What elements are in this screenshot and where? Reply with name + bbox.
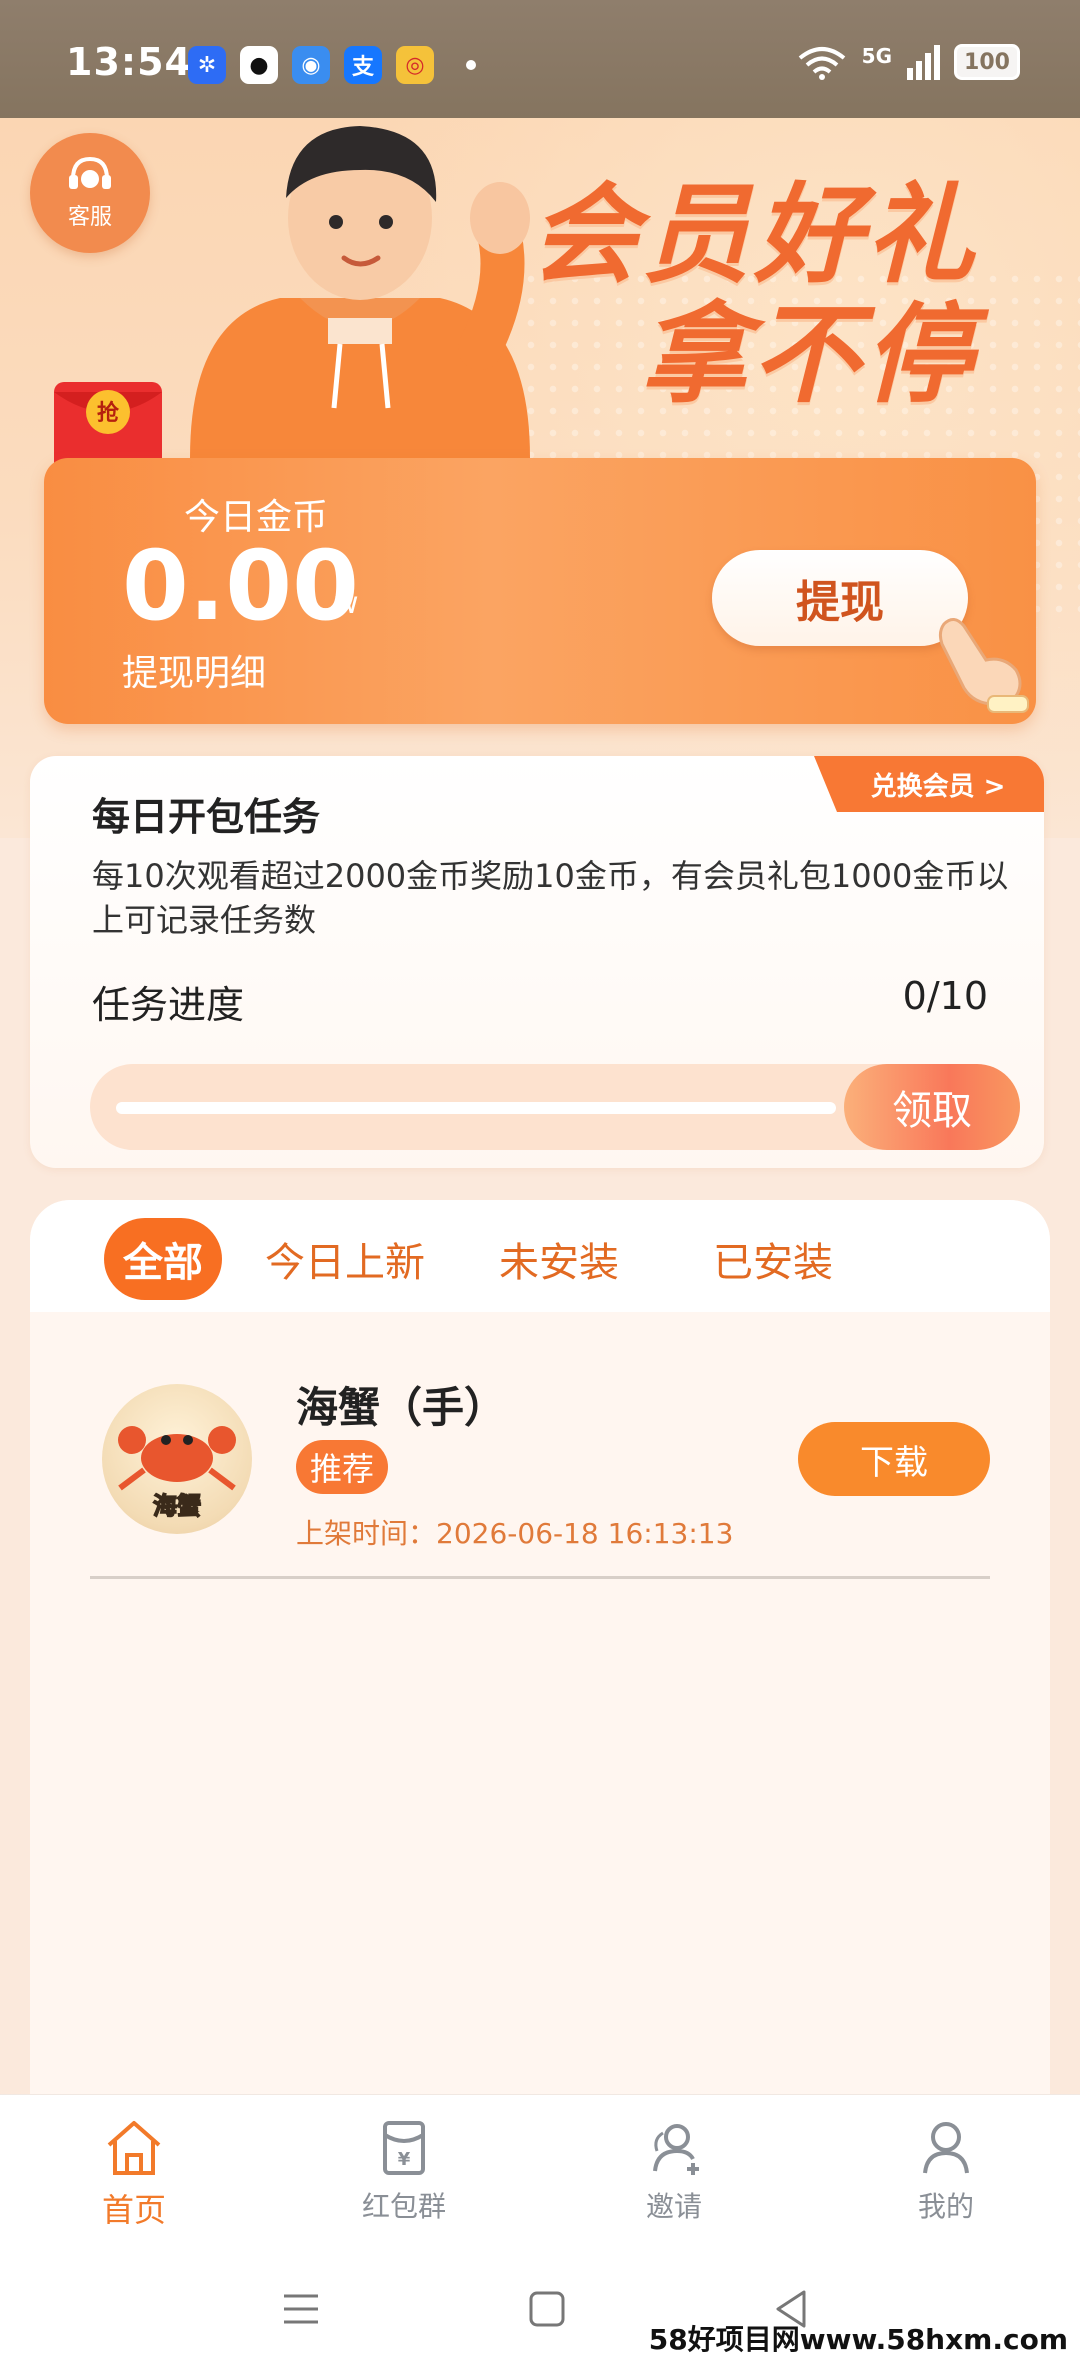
nav-home[interactable]: 首页 xyxy=(54,2117,214,2237)
svg-text:海蟹: 海蟹 xyxy=(153,1492,201,1520)
notification-app-icons: ✲ ● ◉ 支 ◎ xyxy=(188,46,476,84)
task-title: 每日开包任务 xyxy=(92,795,321,839)
mascot-illustration xyxy=(190,126,530,458)
menu-icon[interactable] xyxy=(276,2284,326,2334)
download-button[interactable]: 下载 xyxy=(798,1422,990,1496)
svg-text:¥: ¥ xyxy=(398,2149,411,2170)
withdraw-detail-link[interactable]: 提现明细 xyxy=(122,644,266,696)
app-list-panel: 全部 今日上新 未安装 已安装 海蟹 海蟹（手） 推荐 上架时间：2026-06… xyxy=(30,1200,1050,2100)
task-description: 每10次观看超过2000金币奖励10金币，有会员礼包1000金币以上可记录任务数 xyxy=(92,857,1009,939)
status-right: 5G 100 xyxy=(796,44,1020,80)
alipay-app-icon: 支 xyxy=(344,46,382,84)
status-time: 13:54 xyxy=(66,40,192,84)
system-navigation-bar: 58好项目网www.58hxm.com xyxy=(0,2254,1080,2362)
daily-task-card: 兑换会员 > 每日开包任务 每10次观看超过2000金币奖励10金币，有会员礼包… xyxy=(30,756,1044,1168)
claim-button[interactable]: 领取 xyxy=(844,1064,1020,1150)
tab-all[interactable]: 全部 xyxy=(104,1218,222,1300)
listing-time: 上架时间：2026-06-18 16:13:13 xyxy=(296,1512,733,1552)
red-envelope-icon: ¥ xyxy=(383,2121,425,2175)
tab-new-today[interactable]: 今日上新 xyxy=(230,1218,460,1300)
headset-icon xyxy=(69,156,111,189)
more-notifications-dot xyxy=(466,60,476,70)
nav-red-envelope-group[interactable]: ¥ 红包群 xyxy=(324,2117,484,2237)
home-icon xyxy=(107,2121,161,2175)
nav-home-label: 首页 xyxy=(101,2191,166,2229)
nav-profile-label: 我的 xyxy=(917,2190,974,2223)
invite-icon xyxy=(653,2124,699,2175)
crab-icon: 海蟹 xyxy=(118,1426,236,1521)
nav-red-envelope-label: 红包群 xyxy=(361,2190,446,2223)
slogan-line-2: 拿不停 xyxy=(640,293,977,418)
today-coin-value: 0.00 xyxy=(122,530,359,642)
item-divider xyxy=(90,1576,990,1579)
filter-tabs: 全部 今日上新 未安装 已安装 xyxy=(30,1200,1050,1312)
tab-installed[interactable]: 已安装 xyxy=(680,1218,866,1300)
nav-invite[interactable]: 邀请 xyxy=(594,2117,754,2237)
pinwheel-app-icon: ✲ xyxy=(188,46,226,84)
pointing-hand-icon xyxy=(938,618,1029,713)
task-progress-label: 任务进度 xyxy=(92,983,245,1027)
home-square-icon[interactable] xyxy=(522,2284,572,2334)
task-progress-bar: 领取 xyxy=(90,1064,1020,1150)
app-name: 海蟹（手） xyxy=(296,1383,507,1432)
nav-profile[interactable]: 我的 xyxy=(866,2117,1026,2237)
coin-unit: w xyxy=(334,586,359,621)
signal-icon xyxy=(907,45,940,80)
customer-service-label: 客服 xyxy=(67,205,112,230)
network-type: 5G xyxy=(861,44,892,68)
listing-time-label: 上架时间： xyxy=(296,1517,437,1550)
listing-time-value: 2026-06-18 16:13:13 xyxy=(436,1517,734,1550)
wifi-icon xyxy=(798,47,845,80)
exchange-membership-link[interactable]: 兑换会员 > xyxy=(814,756,1044,812)
recommend-badge: 推荐 xyxy=(296,1440,389,1494)
customer-service-button[interactable]: 客服 xyxy=(30,133,150,253)
nav-invite-label: 邀请 xyxy=(645,2190,702,2223)
profile-icon xyxy=(923,2122,969,2174)
qq-app-icon: ● xyxy=(240,46,278,84)
slogan: 会员好礼 拿不停 xyxy=(530,148,1050,418)
app-avatar: 海蟹 xyxy=(102,1384,252,1534)
svg-text:抢: 抢 xyxy=(97,400,120,426)
status-bar: 13:54 ✲ ● ◉ 支 ◎ 5G 100 xyxy=(0,0,1080,118)
task-progress-count: 0/10 xyxy=(902,974,988,1018)
tab-not-installed[interactable]: 未安装 xyxy=(466,1218,652,1300)
watermark: 58好项目网www.58hxm.com xyxy=(648,2323,1068,2356)
battery-level: 100 xyxy=(954,44,1020,80)
browser-app-icon: ◉ xyxy=(292,46,330,84)
coin-card: 今日金币 0.00 w 提现明细 提现 xyxy=(44,458,1036,724)
list-item[interactable]: 海蟹 海蟹（手） 推荐 上架时间：2026-06-18 16:13:13 下载 xyxy=(30,1312,1050,1579)
progress-track xyxy=(116,1102,836,1114)
weibo-app-icon: ◎ xyxy=(396,46,434,84)
bottom-nav: 首页 ¥ 红包群 邀请 我的 xyxy=(0,2094,1080,2254)
